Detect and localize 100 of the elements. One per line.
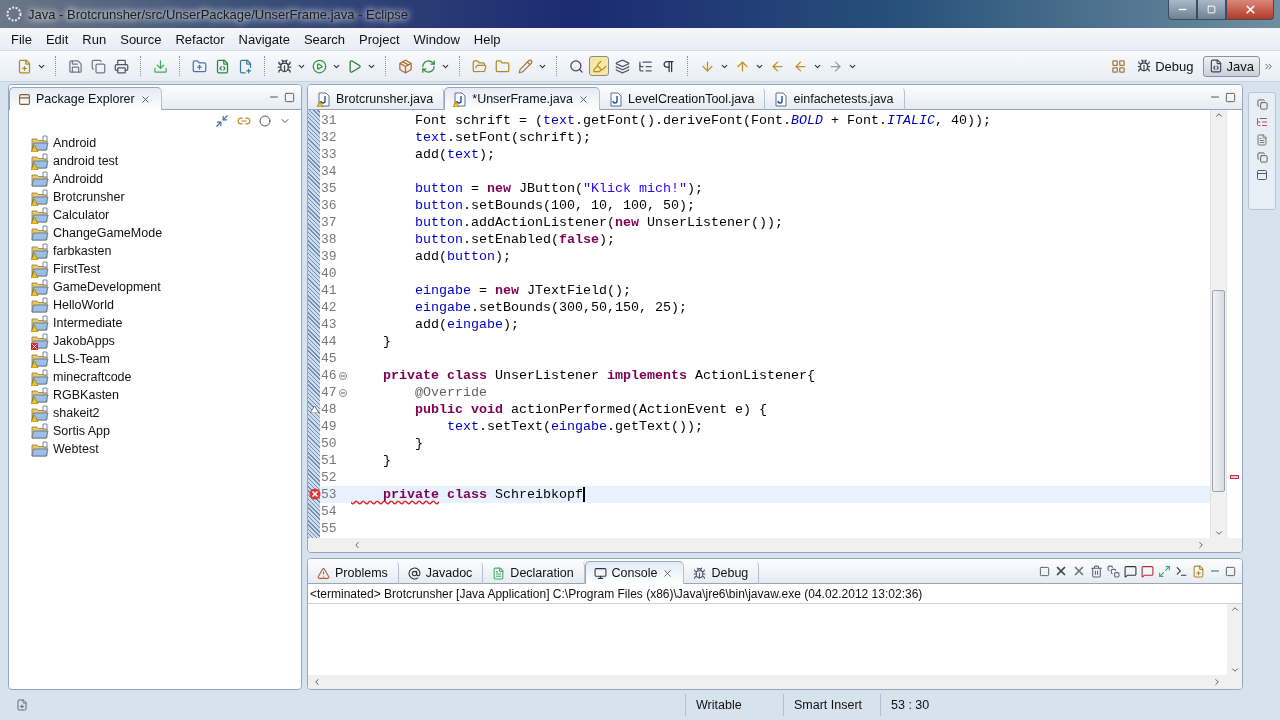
fold-icon[interactable] — [339, 371, 347, 380]
restore-icon[interactable] — [1256, 99, 1268, 110]
line-number: 36 — [320, 198, 338, 213]
project-name[interactable]: ChangeGameMode — [53, 226, 163, 240]
line-number: 53 — [320, 487, 338, 502]
scroll-left-icon[interactable] — [352, 540, 362, 550]
scroll-right-icon[interactable] — [1212, 677, 1222, 687]
project-name[interactable]: FirstTest — [53, 262, 101, 276]
vertical-scrollbar[interactable] — [1210, 110, 1226, 538]
java-file-warning-icon — [453, 91, 468, 107]
line-number: 38 — [320, 232, 338, 247]
horizontal-scrollbar[interactable] — [308, 538, 1242, 552]
project-name[interactable]: Brotcrunsher — [53, 190, 125, 204]
project-name[interactable]: Android — [53, 136, 97, 150]
project-name[interactable]: Calculator — [53, 208, 110, 222]
project-name[interactable]: Webtest — [53, 442, 99, 456]
panel-tab[interactable]: Javadoc — [398, 561, 484, 584]
fast-view-icon[interactable] — [16, 699, 28, 711]
maximize-icon[interactable] — [284, 91, 295, 103]
project-name[interactable]: Sortis App — [53, 424, 110, 438]
menu-item[interactable]: Search — [296, 31, 353, 47]
text-cursor — [582, 487, 585, 502]
menu-item[interactable]: Help — [466, 31, 508, 47]
project-name[interactable]: RGBKasten — [53, 388, 119, 402]
java-file-icon — [609, 91, 623, 107]
editor-tab[interactable]: *UnserFrame.java — [444, 87, 600, 110]
maximize-button[interactable] — [1197, 0, 1226, 20]
menu-item[interactable]: Run — [75, 31, 114, 47]
scroll-down-icon[interactable] — [1229, 665, 1240, 675]
line-number: 43 — [320, 317, 338, 332]
java-perspective-icon — [1208, 59, 1223, 73]
show-error-icon[interactable] — [1141, 564, 1154, 578]
close-icon[interactable] — [662, 567, 674, 579]
maximize-icon[interactable] — [1225, 565, 1236, 577]
close-button[interactable] — [1226, 0, 1274, 20]
clear-icon[interactable] — [1090, 564, 1103, 578]
line-number: 55 — [320, 521, 338, 536]
declaration-icon — [492, 566, 506, 580]
collapse-all-icon[interactable] — [215, 114, 229, 128]
code-line: add(eingabe); — [414, 317, 519, 332]
project-name[interactable]: GameDevelopment — [53, 280, 161, 294]
panel-tab[interactable]: Debug — [684, 561, 760, 584]
editor-tab[interactable]: einfachetests.java — [765, 87, 905, 110]
line-number: 35 — [320, 181, 338, 196]
project-name[interactable]: HelloWorld — [53, 298, 114, 312]
scroll-up-icon[interactable] — [1229, 604, 1240, 614]
project-name[interactable]: LLS-Team — [53, 352, 110, 366]
project-name[interactable]: minecraftcode — [53, 370, 132, 384]
line-number: 45 — [320, 351, 338, 366]
scroll-left-icon[interactable] — [312, 677, 322, 687]
panel-tab[interactable]: Problems — [308, 561, 399, 584]
line-number: 54 — [320, 504, 338, 519]
project-name[interactable]: Androidd — [53, 172, 104, 186]
project-name[interactable]: Intermediate — [53, 316, 123, 330]
scroll-up-icon[interactable] — [1213, 110, 1224, 120]
panel-tab[interactable]: Console — [584, 561, 685, 584]
perspective-button[interactable]: Java — [1202, 55, 1260, 77]
editor-tab[interactable]: LevelCreationTool.java — [600, 87, 766, 110]
code-line: button = new JButton("Klick mich!"); — [414, 181, 703, 196]
vertical-scrollbar[interactable] — [1227, 604, 1242, 675]
horizontal-scrollbar[interactable] — [308, 675, 1242, 689]
menu-item[interactable]: Edit — [38, 31, 76, 47]
scroll-down-icon[interactable] — [1213, 528, 1224, 538]
project-name[interactable]: farbkasten — [53, 244, 112, 258]
fold-icon[interactable] — [339, 388, 347, 397]
menu-item[interactable]: Refactor — [168, 31, 232, 47]
panel-tab[interactable]: Package Explorer — [9, 87, 162, 110]
menu-item[interactable]: File — [4, 31, 39, 47]
show-output-icon[interactable] — [1124, 564, 1137, 578]
code-line: button.setEnabled(false); — [414, 232, 615, 247]
line-number: 49 — [320, 419, 338, 434]
project-name[interactable]: shakeit2 — [53, 406, 100, 420]
outline-icon[interactable] — [1256, 116, 1268, 128]
close-icon[interactable] — [578, 93, 589, 105]
restore-icon[interactable] — [1256, 152, 1268, 163]
error-marker-icon[interactable] — [1230, 475, 1239, 479]
line-number: 51 — [320, 453, 338, 468]
close-icon[interactable] — [139, 93, 151, 105]
task-icon[interactable] — [1256, 134, 1268, 146]
project-name[interactable]: JakobApps — [53, 334, 115, 348]
perspective-button[interactable]: Debug — [1131, 55, 1200, 77]
panel-tab[interactable]: Declaration — [483, 561, 585, 584]
remove-all-icon[interactable] — [1072, 564, 1086, 578]
terminate-icon[interactable] — [1039, 565, 1050, 577]
menu-item[interactable]: Navigate — [231, 31, 297, 47]
code-line: add(button); — [414, 249, 511, 264]
display-console-icon[interactable] — [1175, 564, 1188, 578]
remove-icon[interactable] — [1054, 564, 1068, 578]
menu-item[interactable]: Source — [113, 31, 169, 47]
menu-item[interactable]: Project — [352, 31, 407, 47]
menu-item[interactable]: Window — [406, 31, 467, 47]
open-console-icon[interactable] — [1192, 564, 1205, 578]
code-line: button.setBounds(100, 10, 100, 50); — [414, 198, 695, 213]
scroll-right-icon[interactable] — [1196, 540, 1206, 550]
maximize-icon[interactable] — [1225, 91, 1236, 103]
view-icon[interactable] — [1256, 169, 1268, 181]
project-name[interactable]: android test — [53, 154, 119, 168]
line-number: 48 — [320, 402, 338, 417]
minimize-button[interactable] — [1168, 0, 1197, 20]
link-icon[interactable] — [237, 114, 251, 128]
